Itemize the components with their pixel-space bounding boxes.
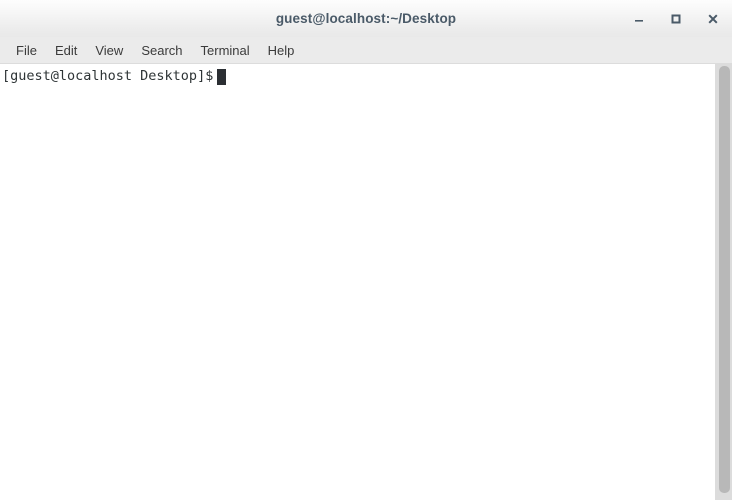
menu-item-terminal[interactable]: Terminal (192, 41, 259, 60)
menu-item-view[interactable]: View (86, 41, 132, 60)
menu-item-help[interactable]: Help (259, 41, 304, 60)
menu-item-file[interactable]: File (7, 41, 46, 60)
terminal-window: guest@localhost:~/Desktop File Edit View… (0, 0, 732, 500)
window-controls (630, 0, 722, 37)
vertical-scrollbar[interactable] (715, 64, 732, 500)
scrollbar-thumb[interactable] (719, 66, 730, 493)
terminal-cursor (217, 68, 227, 85)
terminal-prompt-line: [guest@localhost Desktop]$ (2, 68, 715, 85)
menu-item-search[interactable]: Search (132, 41, 191, 60)
window-title: guest@localhost:~/Desktop (275, 11, 457, 26)
maximize-icon[interactable] (667, 10, 685, 28)
terminal-prompt-text: [guest@localhost Desktop]$ (2, 68, 214, 84)
menu-bar: File Edit View Search Terminal Help (0, 37, 732, 64)
terminal-output[interactable]: [guest@localhost Desktop]$ (0, 64, 715, 500)
minimize-icon[interactable] (630, 10, 648, 28)
terminal-body: [guest@localhost Desktop]$ (0, 64, 732, 500)
close-icon[interactable] (704, 10, 722, 28)
menu-item-edit[interactable]: Edit (46, 41, 86, 60)
window-titlebar[interactable]: guest@localhost:~/Desktop (0, 0, 732, 37)
